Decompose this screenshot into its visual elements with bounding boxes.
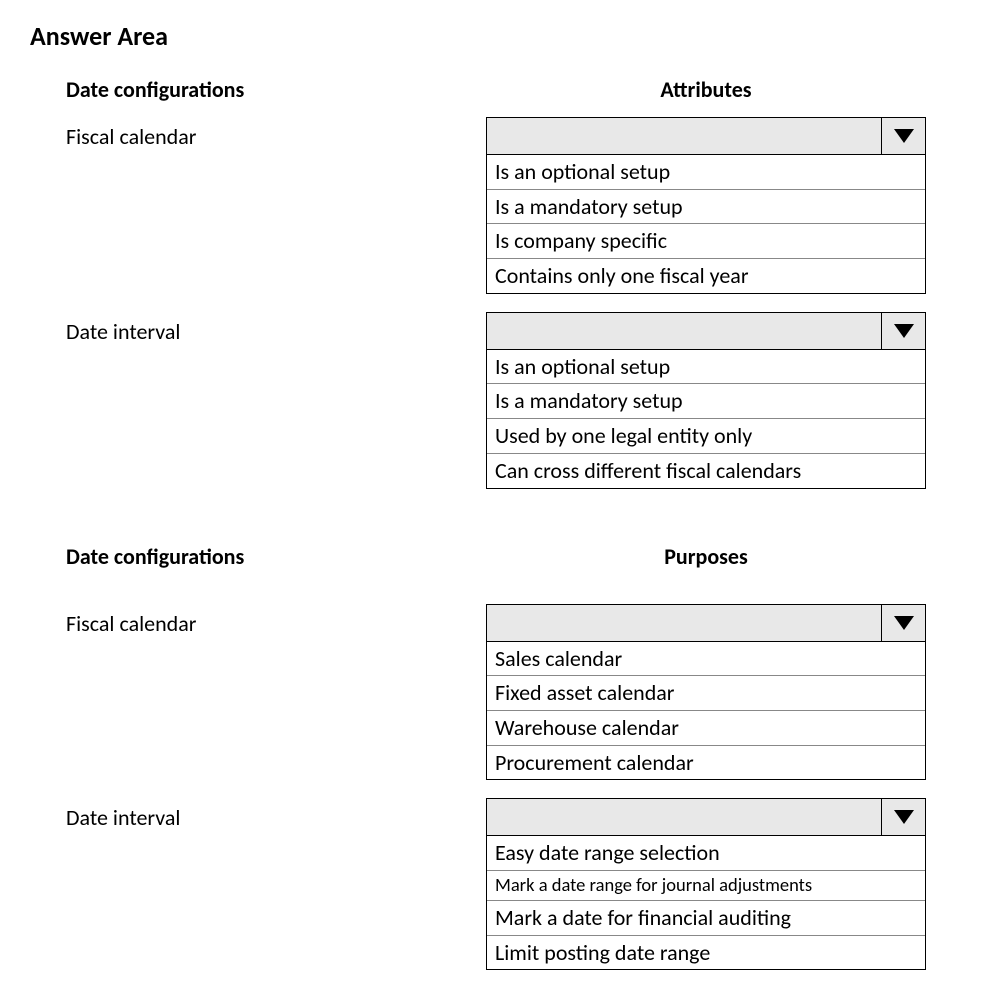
list-item[interactable]: Limit posting date range <box>487 936 925 970</box>
chevron-down-icon <box>881 313 925 349</box>
attributes-header: Attributes <box>486 76 926 103</box>
list-item[interactable]: Is an optional setup <box>487 155 925 190</box>
fiscal-calendar-attribute-options: Is an optional setup Is a mandatory setu… <box>486 155 926 294</box>
list-item[interactable]: Easy date range selection <box>487 836 925 871</box>
chevron-down-icon <box>881 605 925 641</box>
list-item[interactable]: Warehouse calendar <box>487 711 925 746</box>
list-item[interactable]: Is a mandatory setup <box>487 190 925 225</box>
date-configurations-header-2: Date configurations <box>66 543 486 570</box>
date-interval-attribute-dropdown[interactable] <box>486 312 926 350</box>
list-item[interactable]: Mark a date range for journal adjustment… <box>487 871 925 901</box>
list-item[interactable]: Procurement calendar <box>487 746 925 780</box>
chevron-down-icon <box>881 118 925 154</box>
fiscal-calendar-label-1: Fiscal calendar <box>66 117 486 150</box>
list-item[interactable]: Is company specific <box>487 224 925 259</box>
date-interval-label-2: Date interval <box>66 798 486 831</box>
date-configurations-header-1: Date configurations <box>66 76 486 103</box>
date-interval-purpose-options: Easy date range selection Mark a date ra… <box>486 836 926 970</box>
list-item[interactable]: Is a mandatory setup <box>487 384 925 419</box>
list-item[interactable]: Mark a date for financial auditing <box>487 901 925 936</box>
fiscal-calendar-attribute-dropdown[interactable] <box>486 117 926 155</box>
list-item[interactable]: Fixed asset calendar <box>487 676 925 711</box>
purposes-header: Purposes <box>486 543 926 570</box>
fiscal-calendar-purpose-dropdown[interactable] <box>486 604 926 642</box>
page-title: Answer Area <box>30 20 970 52</box>
date-interval-attribute-options: Is an optional setup Is a mandatory setu… <box>486 350 926 489</box>
chevron-down-icon <box>881 799 925 835</box>
date-interval-purpose-dropdown[interactable] <box>486 798 926 836</box>
list-item[interactable]: Contains only one fiscal year <box>487 259 925 293</box>
date-interval-label-1: Date interval <box>66 312 486 345</box>
list-item[interactable]: Used by one legal entity only <box>487 419 925 454</box>
list-item[interactable]: Sales calendar <box>487 642 925 677</box>
list-item[interactable]: Is an optional setup <box>487 350 925 385</box>
fiscal-calendar-purpose-options: Sales calendar Fixed asset calendar Ware… <box>486 642 926 781</box>
list-item[interactable]: Can cross different fiscal calendars <box>487 454 925 488</box>
fiscal-calendar-label-2: Fiscal calendar <box>66 604 486 637</box>
